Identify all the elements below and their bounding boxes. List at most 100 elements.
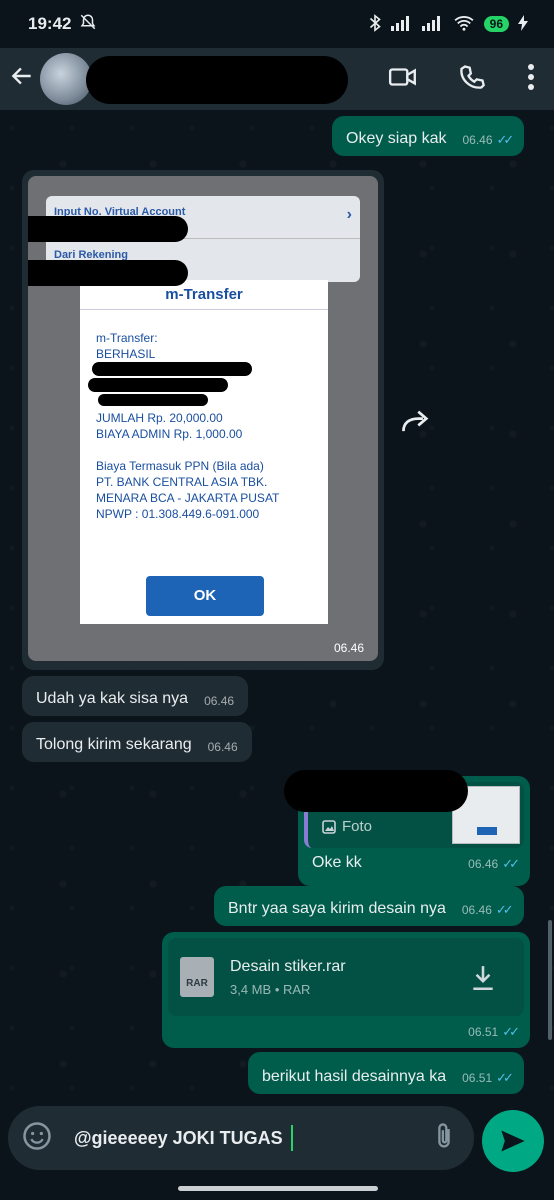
redaction-mark [284, 770, 468, 812]
message-time: 06.46 [462, 133, 493, 147]
message-text: berikut hasil desainnya ka [262, 1068, 447, 1085]
message-time: 06.51 [462, 1071, 493, 1085]
clock: 19:42 [28, 14, 72, 33]
message-composer: @gieeeeey JOKI TUGAS [8, 1106, 474, 1170]
arrow-left-icon [11, 67, 31, 84]
redaction-mark [86, 56, 348, 104]
voice-call-button[interactable] [458, 62, 486, 92]
bell-off-icon [79, 13, 97, 36]
message-meta: 06.46 ✓✓ [461, 902, 514, 918]
receipt-line: Biaya Termasuk PPN (Bila ada) [96, 459, 264, 473]
receipt-line: MENARA BCA - JAKARTA PUSAT [96, 491, 280, 505]
message-meta: 06.46 ✓✓ [462, 132, 515, 148]
chat-header [0, 48, 554, 110]
redaction-mark [88, 378, 228, 392]
forward-button[interactable] [400, 408, 432, 441]
message-bubble-outgoing[interactable]: berikut hasil desainnya ka 06.51 ✓✓ [248, 1052, 524, 1094]
message-bubble-outgoing[interactable]: Okey siap kak 06.46 ✓✓ [332, 116, 525, 156]
receipt-line: PT. BANK CENTRAL ASIA TBK. [96, 475, 268, 489]
rar-file-icon: RAR [180, 957, 214, 997]
video-call-button[interactable] [388, 62, 418, 92]
file-name: Desain stiker.rar [230, 957, 346, 975]
download-button[interactable] [470, 964, 496, 997]
message-text: Tolong kirim sekarang [36, 736, 192, 753]
message-meta: 06.46 ✓✓ [468, 856, 520, 872]
message-bubble-incoming[interactable]: Tolong kirim sekarang 06.46 [22, 722, 252, 762]
attach-button[interactable] [432, 1121, 456, 1156]
file-info: Desain stiker.rar 3,4 MB • RAR [230, 958, 346, 997]
phone-icon [460, 65, 485, 89]
chat-area[interactable]: Okey siap kak 06.46 ✓✓ Input No. Virtual… [0, 110, 554, 1110]
reply-text-row: Oke kk 06.46 ✓✓ [304, 848, 524, 872]
chevron-right-icon: › [346, 206, 352, 223]
scrollbar[interactable] [548, 920, 552, 1040]
bluetooth-icon [368, 13, 382, 35]
message-time: 06.46 [468, 857, 499, 871]
read-ticks-icon: ✓✓ [495, 902, 514, 917]
photo-icon [322, 819, 336, 834]
message-time: 06.46 [333, 641, 364, 655]
send-icon [501, 1130, 525, 1152]
gesture-nav-bar[interactable] [178, 1186, 378, 1191]
message-text: Okey siap kak [346, 130, 447, 147]
receipt-line: BIAYA ADMIN Rp. 1,000.00 [96, 427, 243, 441]
receipt-line: m-Transfer: [96, 331, 158, 345]
signal-icon-2 [421, 15, 444, 34]
message-time: 06.46 [461, 903, 492, 917]
redaction-mark [28, 216, 188, 242]
wifi-icon [453, 15, 475, 34]
battery-indicator: 96 [483, 16, 509, 32]
receipt-body: m-Transfer: BERHASIL 05/12/2023 06:46:14… [80, 310, 328, 522]
status-bar: 19:42 96 [0, 0, 554, 48]
receipt-dialog: m-Transfer m-Transfer: BERHASIL 05/12/20… [80, 280, 328, 624]
download-icon [473, 966, 493, 991]
text-caret [290, 1125, 293, 1151]
message-input[interactable]: @gieeeeey JOKI TUGAS [74, 1125, 432, 1151]
emoji-button[interactable] [22, 1121, 52, 1156]
file-details: 3,4 MB • RAR [230, 982, 346, 997]
message-bubble-outgoing[interactable]: Bntr yaa saya kirim desain nya 06.46 ✓✓ [214, 886, 524, 926]
redaction-mark [98, 394, 208, 406]
file-message[interactable]: RAR Desain stiker.rar 3,4 MB • RAR 06.51… [162, 932, 530, 1048]
message-time: 06.46 [204, 694, 235, 708]
back-button[interactable] [0, 63, 44, 96]
header-actions [388, 62, 536, 92]
read-ticks-icon: ✓✓ [502, 1024, 520, 1039]
receipt-line: JUMLAH Rp. 20,000.00 [96, 411, 223, 425]
send-button[interactable] [482, 1110, 544, 1172]
file-card[interactable]: RAR Desain stiker.rar 3,4 MB • RAR [168, 938, 524, 1016]
more-vert-icon [528, 64, 534, 90]
avatar[interactable] [40, 53, 92, 105]
receipt-line [96, 442, 312, 458]
message-bubble-incoming[interactable]: Udah ya kak sisa nya 06.46 [22, 676, 249, 716]
redaction-mark [28, 260, 188, 286]
message-input-value: @gieeeeey JOKI TUGAS [74, 1127, 283, 1148]
paperclip-icon [438, 1122, 450, 1147]
quoted-type: Foto [342, 818, 373, 835]
redaction-mark [92, 362, 252, 376]
file-size: 3,4 MB [230, 981, 272, 997]
message-meta: 06.46 [204, 694, 234, 708]
file-type: RAR [283, 981, 311, 997]
ok-button-in-image: OK [146, 576, 264, 616]
receipt-line: NPWP : 01.308.449.6-091.000 [96, 507, 260, 521]
more-options-button[interactable] [526, 62, 536, 92]
forward-icon [402, 410, 429, 432]
message-text: Bntr yaa saya kirim desain nya [228, 900, 446, 917]
charging-icon [518, 14, 528, 34]
message-time: 06.46 [207, 740, 238, 754]
transfer-receipt-image[interactable]: Input No. Virtual Account › Dari Rekenin… [28, 176, 378, 661]
quoted-label: Foto [322, 818, 372, 835]
receipt-line: BERHASIL [96, 347, 156, 361]
message-text: Oke kk [312, 854, 362, 871]
image-message[interactable]: Input No. Virtual Account › Dari Rekenin… [22, 170, 384, 670]
read-ticks-icon: ✓✓ [496, 132, 515, 147]
video-call-icon [388, 68, 416, 86]
read-ticks-icon: ✓✓ [502, 856, 520, 871]
message-text: Udah ya kak sisa nya [36, 690, 189, 707]
message-time: 06.51 [468, 1025, 499, 1039]
read-ticks-icon: ✓✓ [496, 1070, 514, 1085]
signal-icon [390, 15, 413, 34]
message-meta: 06.51 ✓✓ [468, 1024, 520, 1040]
file-separator: • [274, 981, 280, 997]
